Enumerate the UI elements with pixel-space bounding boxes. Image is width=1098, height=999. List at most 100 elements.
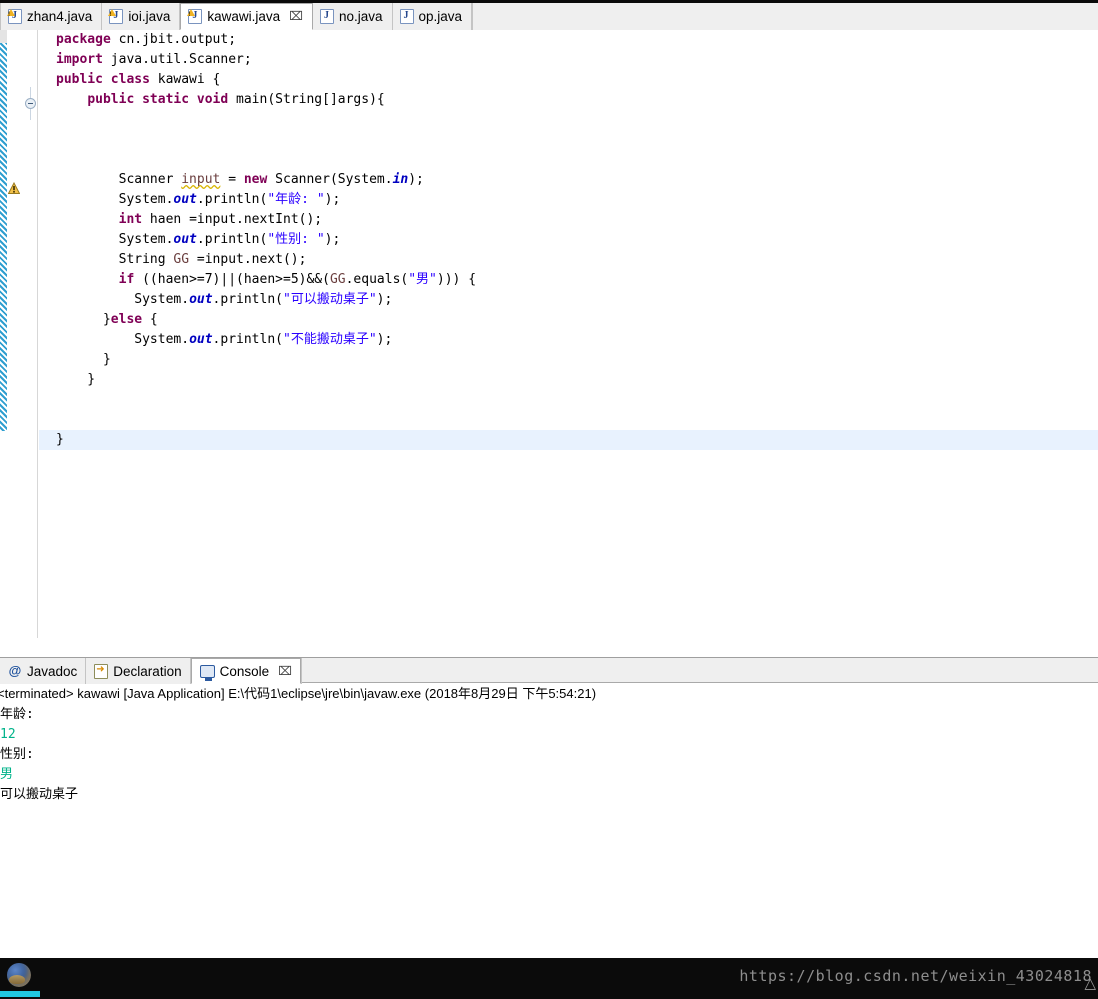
java-file-icon: ! — [399, 9, 414, 24]
code-line[interactable]: System.out.println("可以搬动桌子"); — [39, 290, 1098, 310]
code-token-fld: out — [189, 332, 213, 347]
code-line[interactable] — [39, 410, 1098, 430]
code-token-kw: if — [118, 272, 135, 287]
code-token-pl: ))) { — [436, 272, 477, 287]
code-token-lvu: input — [181, 172, 221, 187]
editor-tab-label: ioi.java — [128, 9, 171, 24]
bottom-tab-console[interactable]: Console ⌧ — [190, 658, 301, 684]
code-token-pl: ); — [324, 232, 341, 247]
console-output-line: 可以搬动桌子 — [0, 787, 79, 802]
code-token-pl: } — [56, 312, 111, 327]
user-avatar-icon[interactable] — [7, 963, 31, 987]
editor-tab-op-java[interactable]: ! op.java — [392, 3, 473, 30]
code-token-pl: } — [56, 372, 96, 387]
editor-tab-label: kawawi.java — [207, 9, 281, 24]
editor-tab-label: op.java — [418, 9, 463, 24]
code-token-fld: out — [189, 292, 213, 307]
code-token-pl: Scanner — [56, 172, 182, 187]
code-line[interactable]: } — [39, 370, 1098, 390]
bottom-tab-label: Javadoc — [27, 663, 78, 679]
fold-guide-line-top — [30, 87, 31, 98]
editor-tab-bar: ! zhan4.java! ioi.java! kawawi.java ⌧ ! no.jav… — [0, 3, 1098, 30]
code-token-kw: else — [110, 312, 143, 327]
editor-tab-no-java[interactable]: ! no.java — [312, 3, 393, 30]
editor-tab-ioi-java[interactable]: ! ioi.java — [102, 3, 181, 30]
code-line[interactable] — [39, 110, 1098, 130]
console-output-line: 年龄: — [0, 707, 34, 722]
code-line[interactable]: int haen =input.nextInt(); — [39, 210, 1098, 230]
code-token-kw: public class — [56, 72, 150, 87]
code-token-pl: haen =input.nextInt(); — [142, 212, 323, 227]
code-token-pl: Scanner(System. — [267, 172, 393, 187]
console-monitor-icon — [199, 664, 215, 681]
code-token-kw: int — [118, 212, 143, 227]
warning-exclamation-glyph: ! — [188, 12, 191, 18]
editor-annotation-gutter[interactable] — [7, 30, 22, 638]
code-token-str: "男" — [408, 272, 437, 287]
code-token-pl: System. — [56, 292, 190, 307]
code-line[interactable]: } — [39, 430, 1098, 450]
code-line[interactable] — [39, 150, 1098, 170]
code-token-str: "不能搬动桌子" — [283, 332, 377, 347]
code-token-fld: out — [173, 192, 197, 207]
editor-tab-close-icon[interactable]: ⌧ — [289, 3, 303, 30]
java-file-warning-icon: ! — [187, 9, 203, 24]
editor-tab-label: zhan4.java — [27, 9, 93, 24]
code-line[interactable]: } — [39, 350, 1098, 370]
console-output[interactable]: 年龄: 12 性别: 男可以搬动桌子 — [0, 705, 1098, 942]
code-line[interactable]: if ((haen>=7)||(haen>=5)&&(GG.equals("男"… — [39, 270, 1098, 290]
editor-tab-bar-empty-area — [472, 3, 1098, 30]
console-process-text: <terminated> kawawi [Java Application] E… — [0, 686, 597, 701]
code-token-pl: .println( — [212, 332, 283, 347]
change-ruler — [0, 30, 7, 638]
bottom-tab-javadoc[interactable]: @ Javadoc — [0, 658, 87, 684]
code-line[interactable]: System.out.println("性别: "); — [39, 230, 1098, 250]
editor-tab-zhan4-java[interactable]: ! zhan4.java — [0, 3, 103, 30]
editor-tab-list: ! zhan4.java! ioi.java! kawawi.java ⌧ ! no.jav… — [0, 3, 1098, 30]
code-line[interactable] — [39, 390, 1098, 410]
java-file-warning-icon: ! — [108, 9, 124, 24]
code-token-lv: GG — [329, 272, 346, 287]
javadoc-at-icon: @ — [8, 663, 22, 678]
console-output-line: 12 — [0, 727, 16, 742]
taskbar: https://blog.csdn.net/weixin_43024818 △ — [0, 958, 1098, 999]
code-token-pl: .println( — [196, 192, 268, 207]
java-editor[interactable]: package cn.jbit.output; import java.util.… — [0, 30, 1098, 687]
code-token-pl: System. — [56, 192, 174, 207]
code-token-pl: kawawi { — [149, 72, 221, 87]
code-line[interactable]: public class kawawi { — [39, 70, 1098, 90]
editor-tab-kawawi-java[interactable]: ! kawawi.java ⌧ — [180, 3, 313, 30]
editor-folding-column[interactable] — [22, 30, 38, 638]
code-token-pl: System. — [56, 332, 190, 347]
code-token-fld: in — [392, 172, 409, 187]
code-line[interactable]: System.out.println("年龄: "); — [39, 190, 1098, 210]
code-line[interactable] — [39, 130, 1098, 150]
java-file-icon: ! — [319, 9, 334, 24]
bottom-tab-label: Console — [219, 663, 270, 679]
code-token-pl: String — [56, 252, 174, 267]
code-line[interactable]: }else { — [39, 310, 1098, 330]
fold-collapse-icon[interactable] — [25, 98, 36, 109]
code-line[interactable]: String GG =input.next(); — [39, 250, 1098, 270]
warning-triangle-icon[interactable] — [8, 182, 20, 195]
code-line[interactable]: public static void main(String[]args){ — [39, 90, 1098, 110]
code-token-pl: { — [142, 312, 158, 327]
code-token-pl: = — [220, 172, 244, 187]
warning-exclamation-glyph: ! — [109, 12, 112, 18]
java-file-warning-icon: ! — [7, 9, 22, 24]
code-token-pl: =input.next(); — [189, 252, 307, 267]
code-token-str: "年龄: " — [267, 192, 325, 207]
console-output-line: 男 — [0, 767, 14, 782]
code-text-area[interactable]: package cn.jbit.output; import java.util.… — [39, 30, 1098, 638]
code-token-pl: } — [56, 352, 111, 367]
bottom-tab-close-icon[interactable]: ⌧ — [278, 658, 292, 684]
code-line[interactable]: package cn.jbit.output; — [39, 30, 1098, 50]
bottom-tab-declaration[interactable]: Declaration — [86, 658, 191, 684]
code-line[interactable]: import java.util.Scanner; — [39, 50, 1098, 70]
eclipse-window: ! zhan4.java! ioi.java! kawawi.java ⌧ ! no.jav… — [0, 0, 1098, 999]
code-token-kw: new — [243, 172, 268, 187]
code-line[interactable]: System.out.println("不能搬动桌子"); — [39, 330, 1098, 350]
code-line[interactable]: Scanner input = new Scanner(System.in); — [39, 170, 1098, 190]
